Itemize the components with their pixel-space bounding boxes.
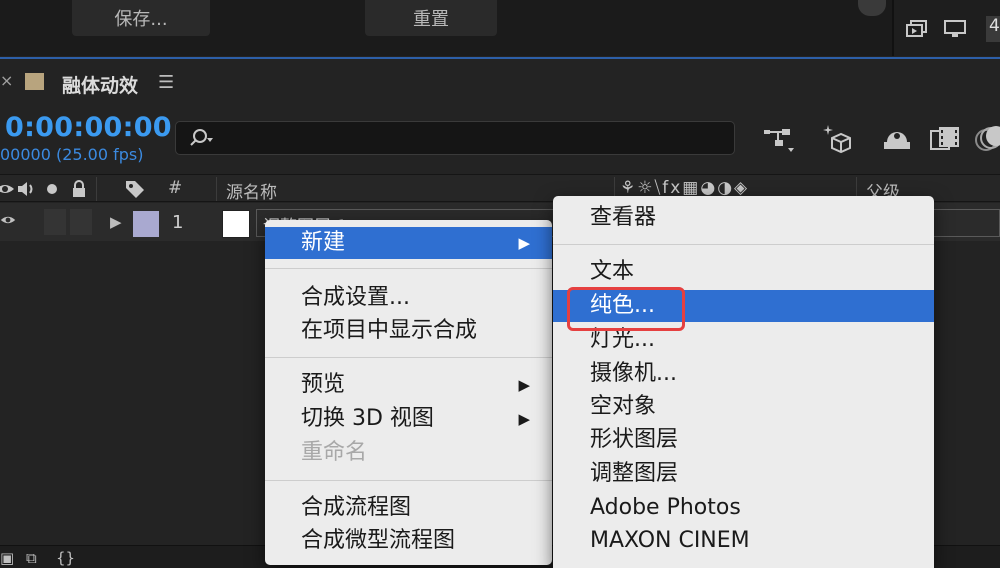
menu-item-composition-settings[interactable]: 合成设置...	[265, 282, 552, 314]
menu-item-preview[interactable]: 预览 ▶	[265, 369, 552, 401]
menu-item-rename: 重命名	[265, 437, 552, 469]
render-time-icon[interactable]: ▣	[0, 549, 14, 567]
close-icon[interactable]: ×	[0, 71, 13, 90]
composition-tab[interactable]	[0, 60, 1000, 106]
new-submenu: 查看器 文本 纯色... 灯光... 摄像机... 空对象 形状图层 调整图层 …	[553, 196, 934, 568]
submenu-item-shape-layer[interactable]: 形状图层	[553, 424, 934, 456]
source-name-header[interactable]: 源名称	[226, 178, 277, 203]
menu-item-label: 合成微型流程图	[301, 528, 456, 553]
menu-item-label: 预览	[301, 372, 346, 397]
layer-visibility-icon[interactable]	[0, 212, 16, 228]
scroll-knob[interactable]	[858, 0, 886, 16]
menu-item-reveal-in-project[interactable]: 在项目中显示合成	[265, 315, 552, 347]
submenu-item-maxon-cinema[interactable]: MAXON CINEM	[553, 525, 934, 557]
current-time-display[interactable]: 0:00:00:00	[5, 112, 172, 143]
draft-3d-icon[interactable]	[820, 122, 854, 156]
layer-number-header[interactable]: #	[168, 178, 182, 198]
viewer-controls	[894, 0, 1000, 56]
submenu-item-adjustment-layer[interactable]: 调整图层	[553, 458, 934, 490]
active-panel-indicator	[0, 57, 1000, 59]
column-divider	[96, 177, 97, 201]
top-toolbar: 保存... 重置 4	[0, 0, 1000, 56]
menu-item-label: 形状图层	[590, 427, 679, 452]
submenu-item-text[interactable]: 文本	[553, 256, 934, 288]
menu-item-label: Adobe Photos	[590, 495, 741, 520]
eye-icon[interactable]	[0, 179, 14, 199]
layer-switch-cell[interactable]	[70, 209, 92, 235]
layer-switch-cell[interactable]	[44, 209, 66, 235]
viewer-count[interactable]: 4	[986, 16, 1000, 42]
menu-item-label: 切换 3D 视图	[301, 406, 434, 431]
reset-button[interactable]: 重置	[365, 0, 497, 36]
motion-blur-icon[interactable]	[972, 122, 1000, 156]
layers-preview-icon[interactable]	[906, 20, 928, 38]
layer-search-input[interactable]	[175, 121, 735, 155]
menu-item-label: MAXON CINEM	[590, 528, 750, 553]
monitor-icon[interactable]	[944, 20, 966, 38]
submenu-item-null-object[interactable]: 空对象	[553, 391, 934, 423]
in-out-icon[interactable]: {}	[56, 549, 75, 567]
solo-icon[interactable]	[44, 179, 60, 199]
search-icon	[190, 129, 213, 146]
frame-rate-display: 00000 (25.00 fps)	[0, 145, 144, 164]
submenu-arrow-icon: ▶	[518, 410, 530, 428]
layer-label-swatch[interactable]	[133, 211, 159, 237]
submenu-item-camera[interactable]: 摄像机...	[553, 358, 934, 390]
menu-item-label: 合成流程图	[301, 495, 412, 520]
panel-menu-icon[interactable]: ☰	[158, 72, 174, 93]
menu-item-switch-3d-view[interactable]: 切换 3D 视图 ▶	[265, 403, 552, 435]
layer-switches-header: ⚘☼⧹fx▦◕◑◈	[620, 178, 750, 198]
expand-arrow-icon[interactable]: ▶	[110, 213, 122, 231]
menu-item-new[interactable]: 新建 ▶	[265, 227, 552, 259]
save-button[interactable]: 保存...	[72, 0, 210, 36]
menu-item-label: 新建	[301, 230, 346, 255]
audio-icon[interactable]	[16, 179, 38, 199]
menu-item-label: 摄像机...	[590, 361, 677, 386]
context-menu: 新建 ▶ 合成设置... 在项目中显示合成 预览 ▶ 切换 3D 视图 ▶ 重命…	[265, 220, 552, 565]
menu-item-label: 文本	[590, 259, 635, 284]
layer-number: 1	[172, 212, 184, 233]
menu-separator	[553, 244, 934, 245]
submenu-item-viewer[interactable]: 查看器	[553, 202, 934, 234]
menu-item-flowchart[interactable]: 合成流程图	[265, 492, 552, 524]
menu-item-label: 调整图层	[590, 461, 679, 486]
submenu-arrow-icon: ▶	[518, 376, 530, 394]
shy-layers-icon[interactable]	[880, 122, 914, 156]
menu-item-label: 合成设置...	[301, 285, 410, 310]
composition-title[interactable]: 融体动效	[62, 71, 138, 98]
lock-icon[interactable]	[70, 179, 88, 199]
menu-item-label: 在项目中显示合成	[301, 318, 478, 343]
flowchart-icon[interactable]	[762, 122, 796, 156]
menu-separator	[265, 357, 552, 358]
label-tag-icon[interactable]	[124, 179, 146, 199]
menu-item-label: 查看器	[590, 205, 657, 230]
frame-blending-icon[interactable]	[928, 122, 962, 156]
layer-thumbnail	[222, 210, 250, 238]
menu-item-mini-flowchart[interactable]: 合成微型流程图	[265, 525, 552, 557]
submenu-arrow-icon: ▶	[518, 234, 530, 252]
comp-label-swatch	[25, 73, 44, 90]
submenu-item-adobe-photoshop[interactable]: Adobe Photos	[553, 492, 934, 524]
highlight-callout	[567, 287, 685, 331]
menu-separator	[265, 480, 552, 481]
menu-item-label: 空对象	[590, 394, 657, 419]
menu-separator	[265, 268, 552, 269]
column-divider	[216, 177, 217, 201]
transfer-controls-icon[interactable]: ⧉	[26, 549, 37, 567]
menu-item-label: 重命名	[301, 440, 368, 465]
